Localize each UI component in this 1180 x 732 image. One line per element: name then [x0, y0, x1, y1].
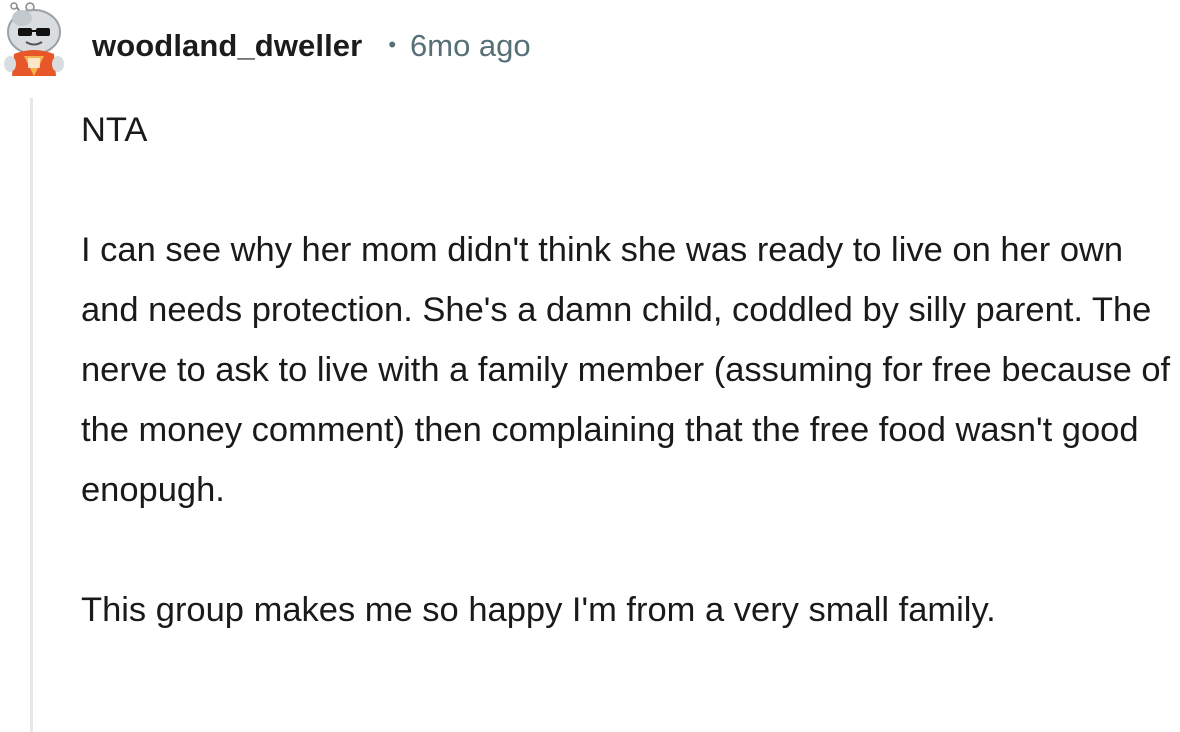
username-link[interactable]: woodland_dweller	[92, 28, 362, 64]
comment-paragraph: I can see why her mom didn't think she w…	[81, 231, 1171, 509]
snoo-avatar-icon	[4, 2, 64, 76]
comment-body: NTA I can see why her mom didn't think s…	[81, 100, 1171, 640]
comment-paragraph: This group makes me so happy I'm from a …	[81, 591, 996, 629]
comment: woodland_dweller • 6mo ago NTA I can see…	[0, 0, 1180, 732]
avatar[interactable]	[0, 2, 66, 78]
meta-separator: •	[388, 32, 397, 57]
comment-header: woodland_dweller • 6mo ago	[92, 22, 531, 70]
comment-paragraph: NTA	[81, 111, 148, 149]
comment-age[interactable]: 6mo ago	[410, 28, 531, 64]
thread-collapse-line[interactable]	[30, 98, 33, 732]
